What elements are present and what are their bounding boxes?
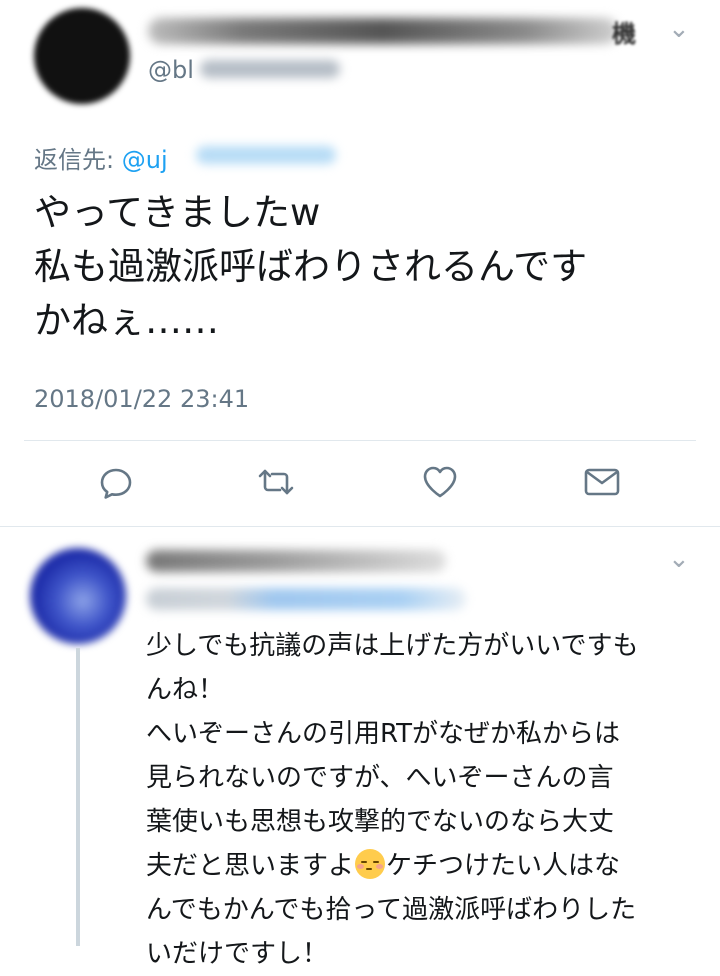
reply-text-part-1: 少しでも抗議の声は上げた方がいいですも んね！ へいぞーさんの引用RTがなぜか私… [146,631,639,881]
reply-icon [100,468,132,499]
reply-text: 少しでも抗議の声は上げた方がいいですも んね！ へいぞーさんの引用RTがなぜか私… [146,624,706,976]
reply-to-label: 返信先: [34,146,115,174]
avatar[interactable] [34,8,130,104]
reply-to-mention[interactable]: @uj [122,146,168,174]
reply-to-redacted [196,146,336,164]
direct-message-button[interactable] [582,462,622,502]
chevron-down-icon[interactable]: ⌄ [668,544,690,574]
retweet-button[interactable] [256,462,296,502]
tweet-text: やってきましたw 私も過激派呼ばわりされるんです かねぇ…… [34,191,588,342]
like-button[interactable] [420,462,460,502]
divider [0,526,720,527]
chevron-down-icon[interactable]: ⌄ [668,14,690,44]
divider [24,440,696,441]
user-handle-redacted [200,60,340,78]
reply-avatar[interactable] [30,548,126,644]
thread-line [76,648,80,946]
user-handle[interactable]: @bl [148,56,194,84]
envelope-icon [584,468,620,496]
reply-reply-to-redacted [146,588,466,610]
display-name-suffix: 機 [612,20,636,48]
reply-to-line: 返信先: @uj [34,140,168,175]
relieved-face-emoji [355,849,386,879]
tweet-timestamp[interactable]: 2018/01/22 23:41 [34,385,249,413]
retweet-icon [258,469,294,495]
reply-header-redacted[interactable] [146,550,446,572]
reply-button[interactable] [96,462,136,502]
heart-icon [423,466,457,498]
display-name-redacted[interactable] [148,18,618,44]
